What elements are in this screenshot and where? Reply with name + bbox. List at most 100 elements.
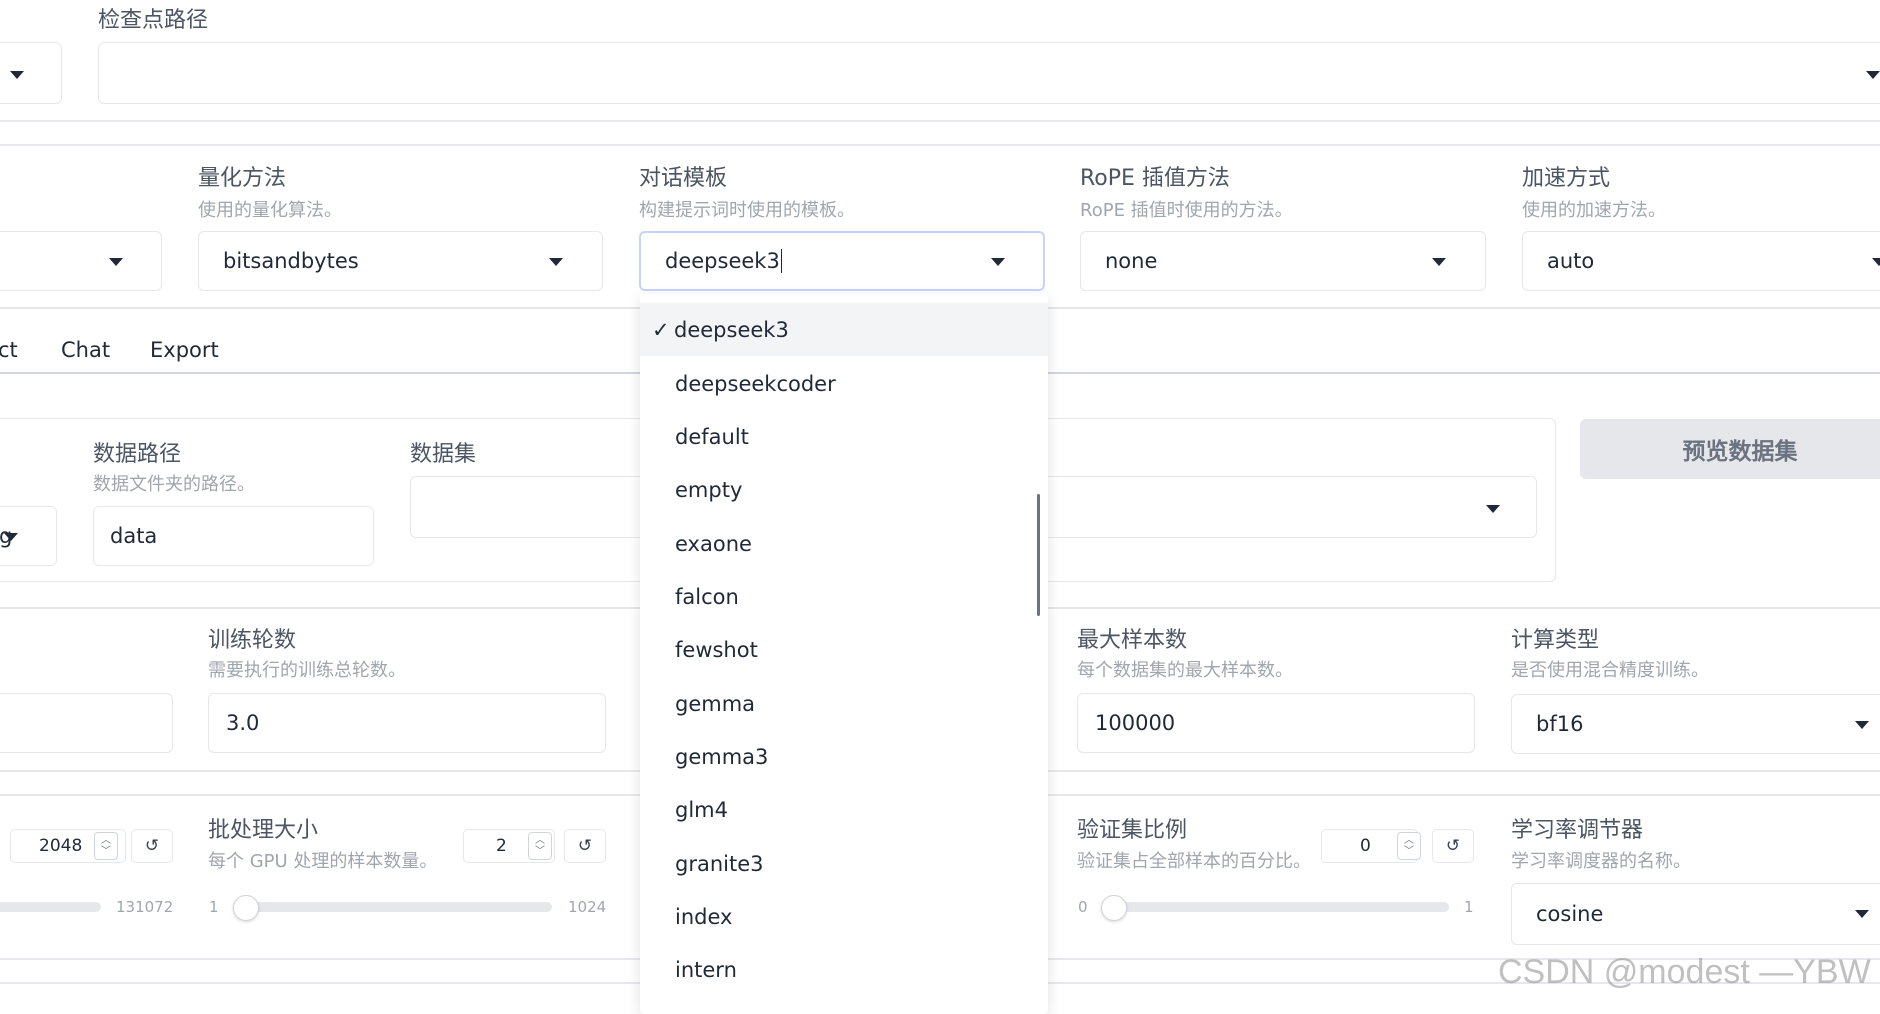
batch-size-value: 2: [496, 836, 507, 856]
val-size-reset-button[interactable]: ↺: [1432, 829, 1474, 863]
val-size-max-tick: 1: [1464, 898, 1474, 916]
chevron-down-icon: [10, 71, 24, 79]
rope-label: RoPE 插值方法: [1080, 166, 1230, 191]
max-samples-input[interactable]: 100000: [1077, 693, 1475, 753]
dropdown-option[interactable]: exaone: [640, 517, 1048, 570]
rope-select[interactable]: none: [1080, 231, 1486, 291]
tab-partial[interactable]: ct: [0, 338, 18, 362]
batch-size-label: 批处理大小: [208, 818, 319, 843]
checkpoint-select[interactable]: [98, 42, 1880, 104]
checkpoint-label: 检查点路径: [98, 8, 209, 33]
booster-value: auto: [1547, 249, 1595, 273]
preview-dataset-button[interactable]: 预览数据集: [1580, 419, 1880, 479]
batch-size-slider-handle[interactable]: [233, 895, 259, 921]
option-label: gemma: [675, 691, 756, 716]
dropdown-option[interactable]: intern: [640, 943, 1048, 996]
val-size-stepper[interactable]: ︿ ﹀: [1397, 832, 1421, 860]
preview-dataset-label: 预览数据集: [1682, 439, 1798, 465]
dropdown-option-selected[interactable]: ✓ deepseek3: [640, 303, 1048, 356]
option-label: intern: [675, 957, 737, 982]
dataset-label: 数据集: [410, 442, 477, 467]
dropdown-option[interactable]: default: [640, 410, 1048, 463]
cutoff-stepper[interactable]: ︿ ﹀: [94, 832, 118, 860]
batch-size-slider-track[interactable]: [236, 902, 552, 912]
val-size-slider-handle[interactable]: [1101, 895, 1127, 921]
dropdown-option[interactable]: index: [640, 890, 1048, 943]
val-size-value: 0: [1360, 836, 1371, 856]
quantization-hint: 使用的量化算法。: [198, 200, 342, 221]
chevron-down-icon: [991, 258, 1005, 266]
dataset-dir-label: 数据路径: [93, 442, 182, 467]
compute-type-hint: 是否使用混合精度训练。: [1511, 660, 1709, 681]
dataset-dir-value: data: [110, 524, 158, 548]
dropdown-option[interactable]: empty: [640, 463, 1048, 516]
tab-chat[interactable]: Chat: [61, 338, 110, 362]
template-hint: 构建提示词时使用的模板。: [639, 200, 855, 221]
dropdown-option[interactable]: falcon: [640, 570, 1048, 623]
dropdown-option[interactable]: granite3: [640, 837, 1048, 890]
option-label: glm4: [675, 797, 728, 822]
quantization-value: bitsandbytes: [223, 249, 359, 273]
chevron-down-icon: [1432, 258, 1446, 266]
template-input[interactable]: deepseek3: [639, 231, 1045, 291]
compute-type-label: 计算类型: [1511, 628, 1600, 653]
option-label: default: [675, 424, 749, 449]
finetune-select-partial[interactable]: [0, 231, 162, 291]
lr-scheduler-select[interactable]: cosine: [1511, 883, 1880, 945]
learning-rate-input-partial[interactable]: [0, 693, 173, 753]
batch-size-max-tick: 1024: [568, 898, 607, 916]
quantization-label: 量化方法: [198, 166, 287, 191]
batch-size-reset-button[interactable]: ↺: [564, 829, 606, 863]
option-label: deepseekcoder: [675, 371, 836, 396]
dropdown-option[interactable]: gemma3: [640, 730, 1048, 783]
rope-hint: RoPE 插值时使用的方法。: [1080, 200, 1293, 221]
option-label: index: [675, 904, 733, 929]
dropdown-option[interactable]: gemma: [640, 677, 1048, 730]
option-label: empty: [675, 477, 743, 502]
val-size-hint: 验证集占全部样本的百分比。: [1077, 851, 1311, 872]
lr-scheduler-label: 学习率调节器: [1511, 818, 1644, 843]
dropdown-option[interactable]: deepseekcoder: [640, 357, 1048, 410]
dropdown-option[interactable]: glm4: [640, 783, 1048, 836]
cutoff-max-tick: 131072: [116, 898, 174, 916]
watermark-text: CSDN @modest —YBW: [1498, 953, 1871, 991]
chevron-down-icon: [4, 533, 18, 541]
epochs-label: 训练轮数: [208, 628, 297, 653]
lr-scheduler-hint: 学习率调度器的名称。: [1511, 851, 1691, 872]
dataset-dir-input[interactable]: data: [93, 506, 374, 566]
divider: [0, 144, 1880, 146]
reset-icon: ↺: [144, 836, 160, 856]
max-samples-value: 100000: [1095, 711, 1176, 735]
option-label: granite3: [675, 851, 764, 876]
batch-size-stepper[interactable]: ︿ ﹀: [528, 832, 552, 860]
compute-type-select[interactable]: bf16: [1511, 694, 1880, 754]
quantization-select[interactable]: bitsandbytes: [198, 231, 603, 291]
left-hint-partial: 。: [0, 656, 8, 682]
dropdown-option[interactable]: fewshot: [640, 623, 1048, 676]
cutoff-slider-track[interactable]: [0, 902, 101, 912]
option-label: falcon: [675, 584, 739, 609]
tab-export[interactable]: Export: [150, 338, 219, 362]
option-label: gemma3: [675, 744, 769, 769]
val-size-label: 验证集比例: [1077, 818, 1188, 843]
template-label: 对话模板: [639, 166, 728, 191]
dropdown-scrollbar[interactable]: [1037, 494, 1040, 616]
chevron-down-icon: [1855, 910, 1869, 918]
compute-type-value: bf16: [1536, 712, 1584, 736]
reset-icon: ↺: [577, 836, 593, 856]
booster-select[interactable]: auto: [1522, 231, 1880, 291]
batch-size-min-tick: 1: [209, 898, 219, 916]
chevron-down-icon: [1486, 505, 1500, 513]
val-size-min-tick: 0: [1078, 898, 1088, 916]
check-icon: ✓: [652, 317, 670, 342]
max-samples-hint: 每个数据集的最大样本数。: [1077, 660, 1293, 681]
template-value: deepseek3: [665, 249, 780, 273]
epochs-value: 3.0: [226, 711, 260, 735]
val-size-slider-track[interactable]: [1105, 902, 1449, 912]
template-dropdown-menu: ✓ deepseek3 deepseekcoder default empty e…: [640, 294, 1048, 1014]
option-label: fewshot: [675, 637, 758, 662]
cutoff-reset-button[interactable]: ↺: [131, 829, 173, 863]
chevron-down-icon: [549, 258, 563, 266]
epochs-input[interactable]: 3.0: [208, 693, 606, 753]
lr-scheduler-value: cosine: [1536, 902, 1604, 926]
